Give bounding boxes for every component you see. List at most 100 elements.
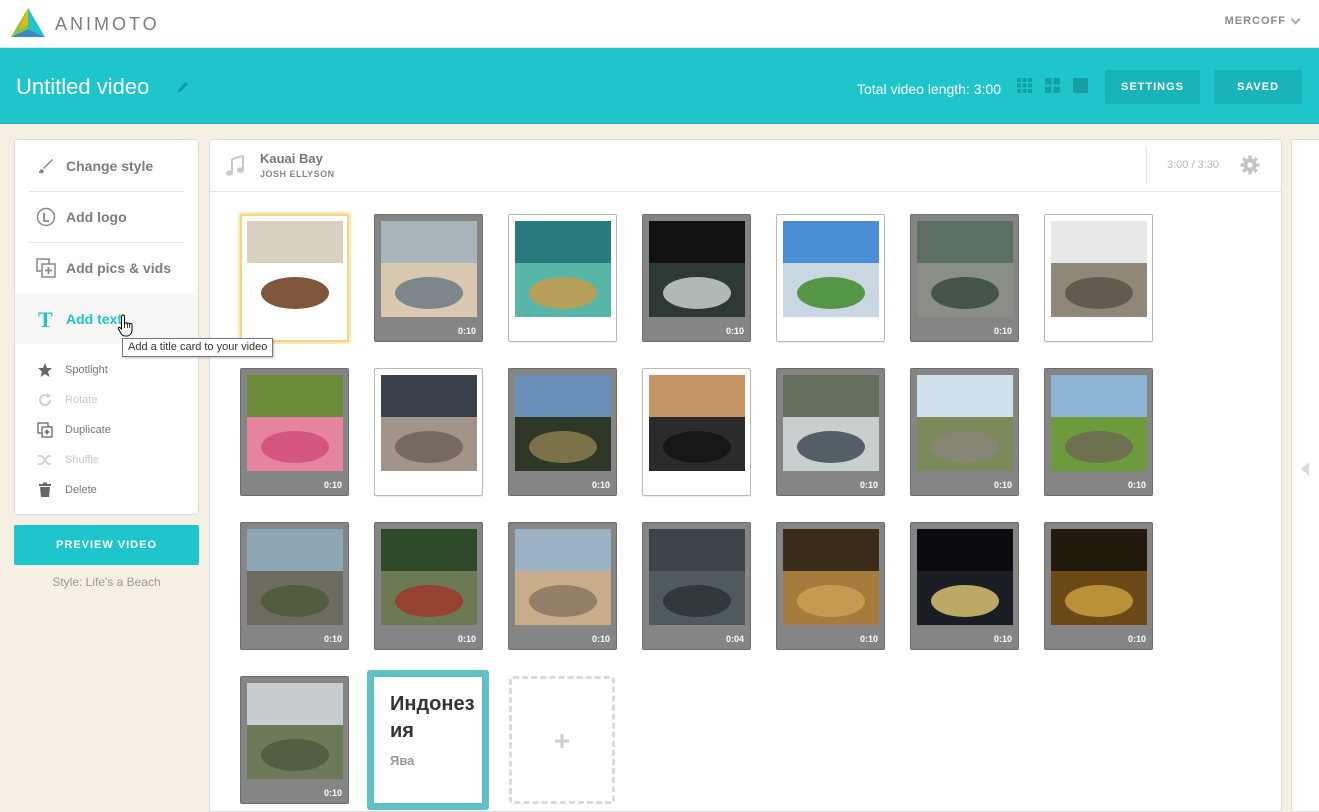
delete-button[interactable]: Delete <box>37 480 97 500</box>
grid-small-view-icon[interactable] <box>1017 78 1032 93</box>
video-clip-tile[interactable]: 0:10 <box>910 522 1019 650</box>
clip-duration: 0:10 <box>859 634 878 644</box>
video-clip-tile[interactable]: 0:10 <box>642 214 751 342</box>
thumbnail-image <box>381 529 477 625</box>
pencil-icon[interactable] <box>176 80 190 94</box>
gear-icon[interactable] <box>1240 155 1260 175</box>
thumbnail-image <box>247 375 343 471</box>
clip-duration: 0:10 <box>993 634 1012 644</box>
video-clip-tile[interactable]: 0:10 <box>776 522 885 650</box>
video-clip-tile[interactable]: 0:10 <box>374 522 483 650</box>
chevron-down-icon <box>1290 14 1301 24</box>
video-clip-tile[interactable]: 0:10 <box>240 368 349 496</box>
shuffle-label: Shuffle <box>65 454 100 466</box>
logo-icon <box>35 206 57 228</box>
clip-duration: 0:10 <box>323 480 342 490</box>
thumbnail-image <box>1051 529 1147 625</box>
clip-duration: 0:10 <box>993 480 1012 490</box>
rotate-button[interactable]: Rotate <box>37 390 97 410</box>
add-text-label: Add text <box>66 310 122 327</box>
account-menu[interactable]: MERCOFF <box>1225 14 1301 27</box>
video-clip-tile[interactable]: 0:10 <box>776 368 885 496</box>
clip-duration: 0:04 <box>725 634 744 644</box>
clip-duration: 0:10 <box>591 480 610 490</box>
add-media-icon <box>35 257 57 279</box>
photo-tile[interactable] <box>508 214 617 342</box>
video-clip-tile[interactable]: 0:10 <box>1044 522 1153 650</box>
shuffle-button[interactable]: Shuffle <box>37 450 99 470</box>
music-duration: 3:00 / 3:30 <box>1167 159 1219 171</box>
saved-button[interactable]: SAVED <box>1214 70 1302 104</box>
add-logo-button[interactable]: Add logo <box>15 191 198 242</box>
thumbnail-image <box>515 529 611 625</box>
video-clip-tile[interactable]: 0:10 <box>508 522 617 650</box>
add-media-tile[interactable]: + <box>509 676 615 804</box>
music-note-icon <box>226 155 244 176</box>
top-bar: ANIMOTO MERCOFF <box>0 0 1319 48</box>
photo-tile[interactable] <box>1044 214 1153 342</box>
video-clip-tile[interactable]: 0:10 <box>508 368 617 496</box>
svg-text:T: T <box>38 308 53 330</box>
clip-duration: 0:10 <box>457 634 476 644</box>
video-clip-tile[interactable]: 0:10 <box>910 214 1019 342</box>
thumbnail-image <box>381 375 477 471</box>
clip-duration: 0:10 <box>859 480 878 490</box>
clip-duration: 0:10 <box>1127 480 1146 490</box>
video-clip-tile[interactable]: 0:10 <box>240 522 349 650</box>
right-drawer-handle[interactable] <box>1291 139 1319 812</box>
settings-button[interactable]: SETTINGS <box>1105 70 1200 104</box>
thumbnail-image <box>247 221 343 317</box>
video-clip-tile[interactable]: 0:04 <box>642 522 751 650</box>
video-clip-tile[interactable]: 0:10 <box>240 676 349 804</box>
shuffle-icon <box>37 452 53 468</box>
grid-medium-view-icon[interactable] <box>1045 78 1060 93</box>
add-text-button[interactable]: T Add text <box>15 293 198 344</box>
thumbnail-image <box>1051 375 1147 471</box>
thumbnail-image <box>783 221 879 317</box>
logo-text[interactable]: ANIMOTO <box>55 14 160 35</box>
photo-tile[interactable] <box>642 368 751 496</box>
duplicate-button[interactable]: Duplicate <box>37 420 111 440</box>
text-card-tile[interactable]: Индонезия Ява <box>367 670 489 810</box>
plus-icon: + <box>553 725 571 756</box>
animoto-logo-icon[interactable] <box>9 7 47 39</box>
clip-duration: 0:10 <box>323 634 342 644</box>
change-style-button[interactable]: Change style <box>15 140 198 191</box>
duplicate-icon <box>37 422 53 438</box>
clip-duration: 0:10 <box>323 788 342 798</box>
spotlight-label: Spotlight <box>65 364 108 376</box>
video-clip-tile[interactable]: 0:10 <box>1044 368 1153 496</box>
song-title: Kauai Bay <box>260 151 323 166</box>
photo-tile[interactable] <box>776 214 885 342</box>
clip-duration: 0:10 <box>457 326 476 336</box>
thumbnail-image <box>515 375 611 471</box>
thumbnail-image <box>917 529 1013 625</box>
duplicate-label: Duplicate <box>65 424 111 436</box>
video-clip-tile[interactable]: 0:10 <box>374 214 483 342</box>
spotlight-button[interactable]: Spotlight <box>37 360 108 380</box>
add-text-tooltip: Add a title card to your video <box>122 338 274 357</box>
text-card-body: Индонезия Ява <box>374 677 482 803</box>
clip-duration: 0:10 <box>725 326 744 336</box>
music-bar[interactable]: Kauai Bay JOSH ELLYSON 3:00 / 3:30 <box>210 140 1281 192</box>
thumbnail-image <box>247 683 343 779</box>
video-clip-tile[interactable]: 0:10 <box>910 368 1019 496</box>
add-pics-vids-button[interactable]: Add pics & vids <box>15 242 198 293</box>
thumbnail-image <box>783 375 879 471</box>
add-pics-vids-label: Add pics & vids <box>66 259 172 276</box>
chevron-left-icon <box>1301 462 1309 476</box>
change-style-label: Change style <box>66 157 154 174</box>
text-card-title: Индонезия <box>390 693 475 742</box>
thumbnail-image <box>649 375 745 471</box>
divider <box>1146 146 1147 184</box>
photo-tile[interactable] <box>374 368 483 496</box>
star-icon <box>37 362 53 378</box>
delete-label: Delete <box>65 484 97 496</box>
video-title[interactable]: Untitled video <box>16 74 149 100</box>
grid-large-view-icon[interactable] <box>1073 78 1088 93</box>
thumbnail-image <box>649 221 745 317</box>
preview-video-button[interactable]: PREVIEW VIDEO <box>14 525 199 565</box>
thumbnail-image <box>247 529 343 625</box>
clip-duration: 0:10 <box>591 634 610 644</box>
photo-tile[interactable] <box>240 214 349 342</box>
